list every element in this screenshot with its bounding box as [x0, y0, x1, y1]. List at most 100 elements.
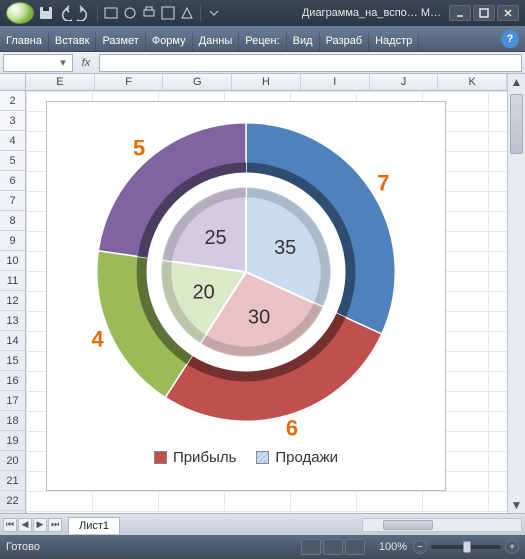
col-header[interactable]: E [26, 74, 95, 90]
row-header[interactable]: 14 [0, 331, 25, 351]
window-title: Диаграмма_на_вспо… M… [302, 7, 441, 19]
maximize-button[interactable] [473, 5, 495, 21]
view-layout-icon[interactable] [323, 539, 343, 555]
zoom-out-button[interactable]: − [413, 540, 427, 554]
title-bar: Диаграмма_на_вспо… M… [0, 0, 525, 26]
column-headers[interactable]: E F G H I J K [26, 74, 507, 91]
row-header[interactable]: 9 [0, 231, 25, 251]
row-header[interactable]: 22 [0, 491, 25, 511]
ribbon-tab[interactable]: Главна [0, 31, 49, 51]
ribbon: Главна Вставк Размет Форму Данны Рецен: … [0, 26, 525, 52]
col-header[interactable]: H [232, 74, 301, 90]
zoom-track[interactable] [431, 545, 501, 549]
ribbon-tab[interactable]: Вид [287, 31, 320, 51]
zoom-slider: − + [413, 540, 519, 554]
vertical-scrollbar[interactable]: ▲ ▼ [507, 74, 525, 513]
row-header[interactable]: 10 [0, 251, 25, 271]
horizontal-scrollbar[interactable] [362, 518, 522, 532]
name-box[interactable]: ▾ [3, 54, 73, 72]
quick-access-toolbar [38, 5, 222, 21]
row-header[interactable]: 2 [0, 91, 25, 111]
select-all-corner[interactable] [0, 74, 26, 91]
legend-label: Прибыль [173, 449, 236, 466]
qat-icon[interactable] [122, 5, 138, 21]
zoom-percent[interactable]: 100% [379, 541, 407, 553]
inner-label: 30 [248, 307, 270, 329]
qat-more-icon[interactable] [206, 5, 222, 21]
row-header[interactable]: 7 [0, 191, 25, 211]
qat-icon[interactable] [103, 5, 119, 21]
office-button[interactable] [6, 2, 34, 24]
minimize-button[interactable] [449, 5, 471, 21]
row-header[interactable]: 17 [0, 391, 25, 411]
col-header[interactable]: G [163, 74, 232, 90]
col-header[interactable]: F [95, 74, 164, 90]
row-header[interactable]: 15 [0, 351, 25, 371]
tab-nav: ⏮ ◀ ▶ ⏭ [0, 518, 65, 532]
view-normal-icon[interactable] [301, 539, 321, 555]
outer-label: 4 [91, 327, 104, 352]
row-header[interactable]: 16 [0, 371, 25, 391]
qat-icon[interactable] [179, 5, 195, 21]
col-header[interactable]: I [301, 74, 370, 90]
col-header[interactable]: K [438, 74, 507, 90]
fx-label[interactable]: fx [73, 57, 99, 69]
inner-label: 25 [204, 227, 226, 249]
tab-next-icon[interactable]: ▶ [33, 518, 47, 532]
outer-label: 7 [377, 171, 389, 196]
print-icon[interactable] [141, 5, 157, 21]
sheet-tab[interactable]: Лист1 [68, 517, 120, 534]
tab-prev-icon[interactable]: ◀ [18, 518, 32, 532]
ribbon-tab[interactable]: Рецен: [239, 31, 286, 51]
view-pagebreak-icon[interactable] [345, 539, 365, 555]
row-header[interactable]: 19 [0, 431, 25, 451]
ribbon-tab[interactable]: Разраб [320, 31, 370, 51]
formula-bar: ▾ fx [0, 52, 525, 74]
legend-swatch-icon [256, 451, 269, 464]
ribbon-tab[interactable]: Надстр [369, 31, 419, 51]
tab-last-icon[interactable]: ⏭ [48, 518, 62, 532]
worksheet: E F G H I J K 23456789101112131415161718… [0, 74, 525, 513]
row-header[interactable]: 21 [0, 471, 25, 491]
row-header[interactable]: 11 [0, 271, 25, 291]
ribbon-tab[interactable]: Вставк [49, 31, 97, 51]
help-icon[interactable]: ? [501, 30, 519, 48]
row-header[interactable]: 20 [0, 451, 25, 471]
ribbon-tab[interactable]: Размет [96, 31, 145, 51]
scroll-down-icon[interactable]: ▼ [508, 497, 525, 513]
scroll-thumb[interactable] [510, 94, 523, 154]
save-icon[interactable] [38, 5, 54, 21]
cell-area[interactable]: 764535302025 Прибыль Продажи [26, 91, 507, 513]
legend-label: Продажи [275, 449, 338, 466]
row-header[interactable]: 5 [0, 151, 25, 171]
scroll-thumb[interactable] [383, 520, 433, 530]
close-button[interactable] [497, 5, 519, 21]
sheet-tab-bar: ⏮ ◀ ▶ ⏭ Лист1 [0, 513, 525, 535]
row-header[interactable]: 8 [0, 211, 25, 231]
legend-item: Продажи [256, 449, 338, 466]
row-header[interactable]: 18 [0, 411, 25, 431]
row-headers[interactable]: 2345678910111213141516171819202122 [0, 91, 26, 513]
row-header[interactable]: 6 [0, 171, 25, 191]
tab-first-icon[interactable]: ⏮ [3, 518, 17, 532]
outer-label: 6 [286, 416, 298, 441]
ribbon-tab[interactable]: Данны [193, 31, 240, 51]
formula-input[interactable] [99, 54, 522, 72]
view-buttons [301, 539, 365, 555]
pie-chart: 764535302025 [47, 102, 445, 442]
chart-object[interactable]: 764535302025 Прибыль Продажи [46, 101, 446, 491]
ribbon-tab[interactable]: Форму [146, 31, 193, 51]
scroll-up-icon[interactable]: ▲ [508, 74, 525, 90]
zoom-knob[interactable] [463, 541, 471, 553]
col-header[interactable]: J [370, 74, 439, 90]
undo-icon[interactable] [57, 5, 73, 21]
row-header[interactable]: 4 [0, 131, 25, 151]
row-header[interactable]: 3 [0, 111, 25, 131]
status-ready: Готово [6, 541, 40, 553]
chevron-down-icon[interactable]: ▾ [58, 56, 68, 69]
redo-icon[interactable] [76, 5, 92, 21]
qat-icon[interactable] [160, 5, 176, 21]
zoom-in-button[interactable]: + [505, 540, 519, 554]
row-header[interactable]: 12 [0, 291, 25, 311]
row-header[interactable]: 13 [0, 311, 25, 331]
